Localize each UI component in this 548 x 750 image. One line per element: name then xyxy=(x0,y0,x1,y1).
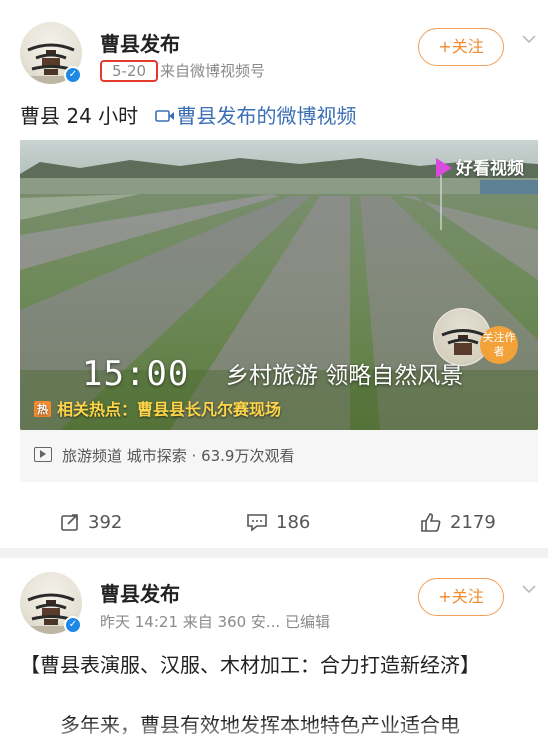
post-card: ✓ 曹县发布 5-20 来自微博视频号 +关注 曹县 24 小时 曹县发布的微博视… xyxy=(0,0,548,548)
hot-topic[interactable]: 热相关热点：曹县县长凡尔赛现场 xyxy=(34,396,281,420)
content-fade xyxy=(0,720,548,750)
verified-icon: ✓ xyxy=(64,616,82,634)
video-player[interactable]: 好看视频 15:00 乡村旅游 领略自然风景 热相关热点：曹县县长凡尔赛现场 关… xyxy=(20,140,538,430)
like-button[interactable]: 2179 xyxy=(420,512,496,533)
account-name[interactable]: 曹县发布 xyxy=(100,578,180,607)
comment-icon xyxy=(247,514,267,532)
comment-count: 186 xyxy=(276,512,311,533)
video-link-icon xyxy=(154,110,174,122)
video-time-overlay: 15:00 xyxy=(82,354,190,394)
post-divider xyxy=(0,548,548,558)
follow-author-button[interactable]: 关注作者 xyxy=(480,326,518,364)
hot-topic-text[interactable]: 相关热点：曹县县长凡尔赛现场 xyxy=(57,400,281,419)
video-watermark: 好看视频 xyxy=(436,154,524,179)
video-link[interactable]: 曹县发布的微博视频 xyxy=(154,104,357,128)
play-logo-icon xyxy=(436,158,452,178)
post-source[interactable]: 来自微博视频号 xyxy=(160,62,265,80)
post-title: 【曹县表演服、汉服、木材加工：合力打造新经济】 xyxy=(20,653,480,677)
video-channel-bar[interactable]: 旅游频道 城市探索 · 63.9万次观看 xyxy=(20,430,538,482)
video-caption-overlay: 乡村旅游 领略自然风景 xyxy=(226,363,464,389)
follow-button[interactable]: +关注 xyxy=(418,578,504,616)
post-date[interactable]: 5-20 xyxy=(100,60,159,82)
play-channel-icon xyxy=(34,447,52,462)
post-actions: 392 186 2179 xyxy=(0,500,548,548)
share-icon xyxy=(61,514,78,531)
hot-tag: 热 xyxy=(34,401,51,417)
share-button[interactable]: 392 xyxy=(60,512,122,533)
video-link-text[interactable]: 曹县发布的微博视频 xyxy=(177,104,357,128)
follow-button[interactable]: +关注 xyxy=(418,28,504,66)
comment-button[interactable]: 186 xyxy=(246,512,310,533)
post-text: 曹县 24 小时 曹县发布的微博视频 xyxy=(20,100,357,129)
post-meta: 5-20 来自微博视频号 xyxy=(100,60,265,82)
share-count: 392 xyxy=(88,512,123,533)
post-text-content: 曹县 24 小时 xyxy=(20,104,139,128)
verified-icon: ✓ xyxy=(64,66,82,84)
chevron-down-icon[interactable] xyxy=(520,580,538,598)
channel-info[interactable]: 旅游频道 城市探索 · 63.9万次观看 xyxy=(62,445,294,466)
like-icon xyxy=(421,513,441,532)
like-count: 2179 xyxy=(450,512,496,533)
chevron-down-icon[interactable] xyxy=(520,30,538,48)
account-name[interactable]: 曹县发布 xyxy=(100,28,180,57)
post-meta[interactable]: 昨天 14:21 来自 360 安... 已编辑 xyxy=(100,611,330,632)
